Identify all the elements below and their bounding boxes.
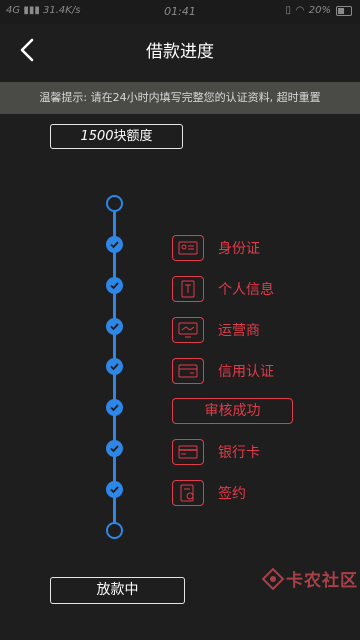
page-title: 借款进度 [146,42,214,62]
quota-amount: 1500 [80,129,114,144]
check-icon [110,241,119,249]
status-bar: 4G ▮▮▮ 31.4K/s 01:41 ▯ ◠ 20% [0,0,360,24]
notice-bar: 温馨提示: 请在24小时内填写完整您的认证资料, 超时重置 [0,82,360,114]
timeline-check-node [106,481,123,498]
review-success-button[interactable]: 审核成功 [172,398,293,424]
check-icon [110,282,119,290]
step-credit[interactable]: 信用认证 [172,357,274,385]
wifi-icon: ◠ [296,5,304,16]
contract-icon [172,480,204,506]
timeline-check-node [106,358,123,375]
disbursing-status-box: 放款中 [50,577,185,604]
timeline-check-node [106,440,123,457]
step-label: 银行卡 [218,445,260,461]
watermark-logo-icon [262,567,284,590]
timeline-check-node [106,318,123,335]
check-icon [110,445,119,453]
check-icon [110,404,119,412]
check-icon [110,323,119,331]
step-contract[interactable]: 签约 [172,479,246,507]
step-personal-info[interactable]: 个人信息 [172,275,274,303]
timeline-check-node [106,277,123,294]
status-right: ▯ ◠ 20% [286,5,352,16]
step-id-card[interactable]: 身份证 [172,234,260,262]
battery-percent: 20% [308,5,331,16]
credit-card-icon [172,358,204,384]
timeline-check-node [106,399,123,416]
timeline-end-node [106,522,123,539]
watermark: 卡农社区 [262,566,358,591]
timeline-check-node [106,236,123,253]
step-label: 签约 [218,486,246,502]
timeline-start-node [106,195,123,212]
id-card-icon [172,235,204,261]
quota-box: 1500块额度 [50,124,183,149]
step-carrier[interactable]: 运营商 [172,316,260,344]
carrier-icon [172,317,204,343]
step-label: 信用认证 [218,364,274,380]
battery-icon [336,5,352,16]
step-label: 身份证 [218,241,260,257]
quota-suffix: 块额度 [113,129,153,144]
check-icon [110,486,119,494]
step-label: 个人信息 [218,282,274,298]
step-label: 运营商 [218,323,260,339]
vibrate-icon: ▯ [285,5,292,16]
notice-text: 温馨提示: 请在24小时内填写完整您的认证资料, 超时重置 [39,91,321,104]
watermark-text: 卡农社区 [286,571,358,591]
step-bank-card[interactable]: 银行卡 [172,438,260,466]
personal-info-icon [172,276,204,302]
nav-bar: 借款进度 [0,24,360,82]
check-icon [110,363,119,371]
bank-card-icon [172,439,204,465]
